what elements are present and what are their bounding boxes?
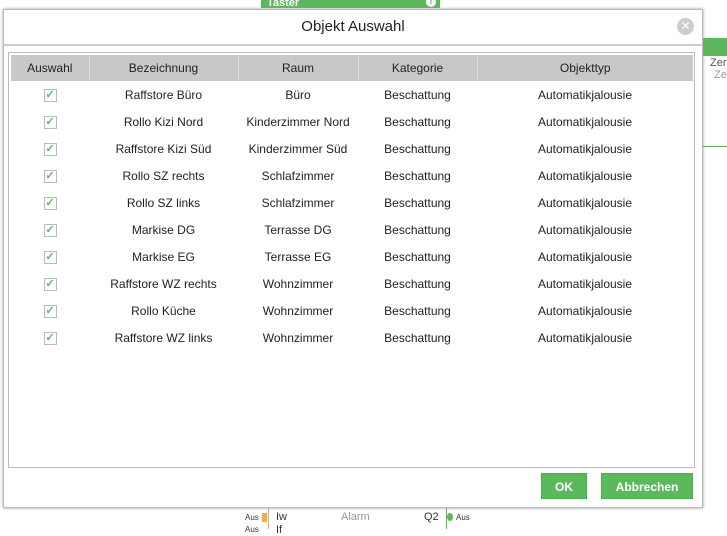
room-cell: Kinderzimmer Nord [246,114,350,129]
info-icon: i [426,0,436,7]
room-cell: Kinderzimmer Süd [248,141,348,156]
select-checkbox[interactable]: ✓ [43,332,57,345]
column-header-raum[interactable]: Raum [237,55,358,81]
category-cell: Beschattung [384,222,451,237]
select-checkbox[interactable]: ✓ [43,170,57,183]
table-row[interactable]: ✓ Rollo SZ links Schlafzimmer Beschattun… [11,189,693,216]
select-checkbox[interactable]: ✓ [43,197,57,210]
object-selection-dialog: Objekt Auswahl ✕ Auswahl Bezeichnung Rau… [3,9,703,508]
table-row[interactable]: ✓ Rollo Kizi Nord Kinderzimmer Nord Besc… [11,108,693,135]
select-cell: ✓ [11,243,89,270]
input-value: Aus [245,525,259,534]
select-cell: ✓ [11,216,89,243]
room-cell: Schlafzimmer [261,195,335,210]
type-cell: Automatikjalousie [537,195,633,210]
background-green-bar [703,38,727,56]
category-cell: Beschattung [384,87,451,102]
table-row[interactable]: ✓ Markise DG Terrasse DG Beschattung Aut… [11,216,693,243]
output-port-icon [447,513,453,521]
select-cell: ✓ [11,270,89,297]
dialog-title: Objekt Auswahl [301,18,405,35]
category-cell: Beschattung [384,249,451,264]
alarm-label: Alarm [341,511,370,523]
select-checkbox[interactable]: ✓ [43,278,57,291]
table-row[interactable]: ✓ Raffstore Büro Büro Beschattung Automa… [11,81,693,108]
table-row[interactable]: ✓ Raffstore WZ links Wohnzimmer Beschatt… [11,324,693,351]
name-cell: Rollo Küche [131,303,196,318]
room-cell: Terrasse DG [264,222,332,237]
select-cell: ✓ [11,297,89,324]
column-header-kategorie[interactable]: Kategorie [357,55,477,81]
input-label: If [276,524,283,536]
select-cell: ✓ [11,162,89,189]
type-cell: Automatikjalousie [537,141,633,156]
select-cell: ✓ [11,135,89,162]
category-cell: Beschattung [384,303,451,318]
table-row[interactable]: ✓ Raffstore Kizi Süd Kinderzimmer Süd Be… [11,135,693,162]
select-cell: ✓ [11,189,89,216]
select-cell: ✓ [11,324,89,351]
category-cell: Beschattung [384,330,451,345]
close-icon[interactable]: ✕ [677,18,694,35]
output-label: Q2 [424,511,439,523]
table-row[interactable]: ✓ Raffstore WZ rechts Wohnzimmer Beschat… [11,270,693,297]
room-cell: Wohnzimmer [262,330,334,345]
room-cell: Büro [285,87,311,102]
name-cell: Raffstore Büro [124,87,203,102]
name-cell: Raffstore Kizi Süd [115,141,212,156]
ok-button[interactable]: OK [541,473,587,499]
taster-label: Taster [267,0,300,8]
room-cell: Wohnzimmer [262,276,334,291]
type-cell: Automatikjalousie [537,249,633,264]
name-cell: Rollo SZ links [126,195,201,210]
name-cell: Rollo Kizi Nord [123,114,204,129]
background-line [703,146,727,147]
output-value: Aus [456,513,470,522]
select-cell: ✓ [11,81,89,108]
name-cell: Raffstore WZ rechts [110,276,217,291]
name-cell: Markise DG [131,222,196,237]
type-cell: Automatikjalousie [537,87,633,102]
column-header-auswahl[interactable]: Auswahl [11,55,89,81]
type-cell: Automatikjalousie [537,168,633,183]
taster-block: Taster i [261,0,440,8]
select-cell: ✓ [11,108,89,135]
category-cell: Beschattung [384,195,451,210]
select-checkbox[interactable]: ✓ [43,116,57,129]
input-label: Iw [276,511,287,523]
select-checkbox[interactable]: ✓ [43,251,57,264]
column-header-bezeichnung[interactable]: Bezeichnung [88,55,238,81]
type-cell: Automatikjalousie [537,276,633,291]
category-cell: Beschattung [384,141,451,156]
column-header-objekttyp[interactable]: Objekttyp [476,55,693,81]
select-checkbox[interactable]: ✓ [43,89,57,102]
room-cell: Schlafzimmer [261,168,335,183]
room-cell: Wohnzimmer [262,303,334,318]
type-cell: Automatikjalousie [537,330,633,345]
category-cell: Beschattung [384,168,451,183]
type-cell: Automatikjalousie [537,222,633,237]
table-row[interactable]: ✓ Rollo SZ rechts Schlafzimmer Beschattu… [11,162,693,189]
name-cell: Rollo SZ rechts [122,168,205,183]
background-text: Ze [714,69,727,81]
room-cell: Terrasse EG [264,249,332,264]
input-value: Aus [245,513,259,522]
input-port-icon [262,513,267,522]
select-checkbox[interactable]: ✓ [43,305,57,318]
cancel-button[interactable]: Abbrechen [601,473,693,499]
object-table: Auswahl Bezeichnung Raum Kategorie Objek… [8,52,695,468]
type-cell: Automatikjalousie [537,303,633,318]
category-cell: Beschattung [384,114,451,129]
background-text: Zer [710,57,727,69]
title-divider [4,44,702,46]
type-cell: Automatikjalousie [537,114,633,129]
select-checkbox[interactable]: ✓ [43,224,57,237]
table-row[interactable]: ✓ Markise EG Terrasse EG Beschattung Aut… [11,243,693,270]
select-checkbox[interactable]: ✓ [43,143,57,156]
category-cell: Beschattung [384,276,451,291]
name-cell: Markise EG [132,249,195,264]
table-row[interactable]: ✓ Rollo Küche Wohnzimmer Beschattung Aut… [11,297,693,324]
name-cell: Raffstore WZ links [114,330,213,345]
block-border [268,508,269,529]
